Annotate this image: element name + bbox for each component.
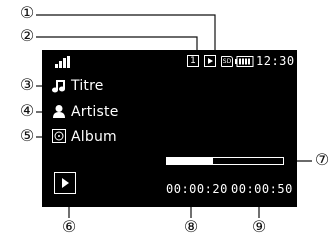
track-album: Album [71,129,117,145]
callout-9: ⑨ [251,217,267,236]
callout-7: ⑦ [314,150,330,169]
playlist-number: 1 [190,56,196,66]
music-note-icon [52,80,65,93]
track-title: Titre [71,78,104,94]
play-mode-icon [204,55,216,67]
memory-label: SD [222,58,232,65]
battery-icon [235,56,254,67]
sd-card-icon: SD [221,56,233,67]
callout-6: ⑥ [61,217,77,236]
callout-5: ⑤ [19,126,35,145]
callout-1: ① [19,3,35,22]
track-artist: Artiste [71,104,119,120]
playlist-number-icon: 1 [187,55,199,67]
progress-bar-fill [167,158,214,164]
play-status-button[interactable] [54,172,76,194]
player-screen: 1 SD 12:30 Titre Artiste Album 00:00:20 … [42,50,297,207]
total-time: 00:00:50 [231,182,293,196]
clock-time: 12:30 [256,54,295,68]
album-icon [52,129,66,143]
play-icon [62,178,69,188]
callout-4: ④ [19,101,35,120]
progress-bar[interactable] [166,157,284,165]
callout-2: ② [19,26,35,45]
artist-icon [53,105,65,118]
callout-8: ⑧ [183,217,199,236]
elapsed-time: 00:00:20 [166,182,228,196]
callout-3: ③ [19,75,35,94]
signal-strength-icon [55,56,70,68]
